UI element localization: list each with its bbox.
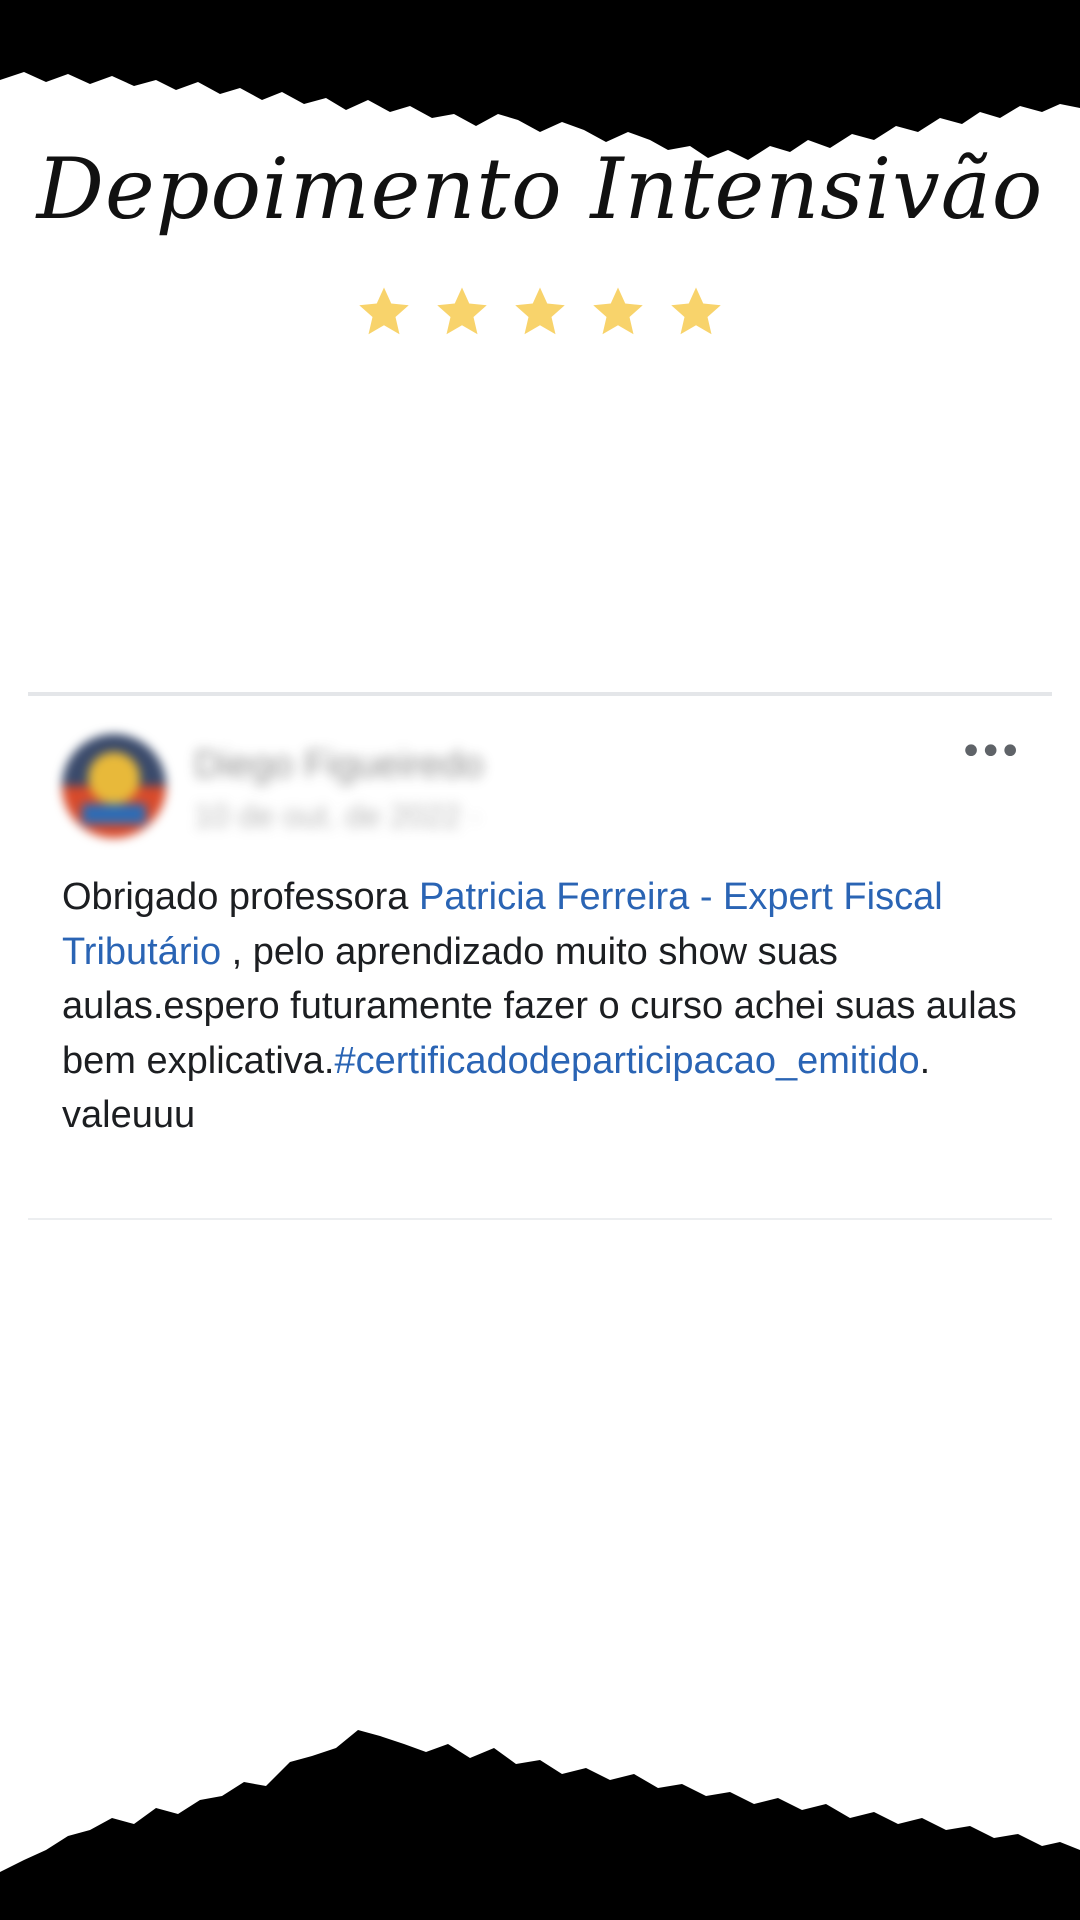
star-icon: [432, 282, 492, 342]
testimonial-page: Depoimento Intensivão Diego Figueiredo 1…: [0, 0, 1080, 1920]
hashtag-link[interactable]: #certificadodeparticipacao_emitido: [334, 1040, 919, 1082]
page-title: Depoimento Intensivão: [36, 140, 1044, 238]
post-text-part: Obrigado professora: [62, 876, 419, 918]
star-icon: [666, 282, 726, 342]
rating-stars: [0, 282, 1080, 342]
more-options-icon[interactable]: •••: [959, 732, 1022, 772]
star-icon: [510, 282, 570, 342]
avatar[interactable]: [62, 734, 166, 838]
testimonial-post: Diego Figueiredo 10 de out. de 2022 · ••…: [28, 692, 1052, 1220]
star-icon: [588, 282, 648, 342]
torn-paper-bottom: [0, 1730, 1080, 1920]
star-icon: [354, 282, 414, 342]
author-name[interactable]: Diego Figueiredo: [194, 744, 483, 787]
post-text: Obrigado professora Patricia Ferreira - …: [62, 870, 1042, 1143]
post-date: 10 de out. de 2022 ·: [194, 798, 481, 834]
